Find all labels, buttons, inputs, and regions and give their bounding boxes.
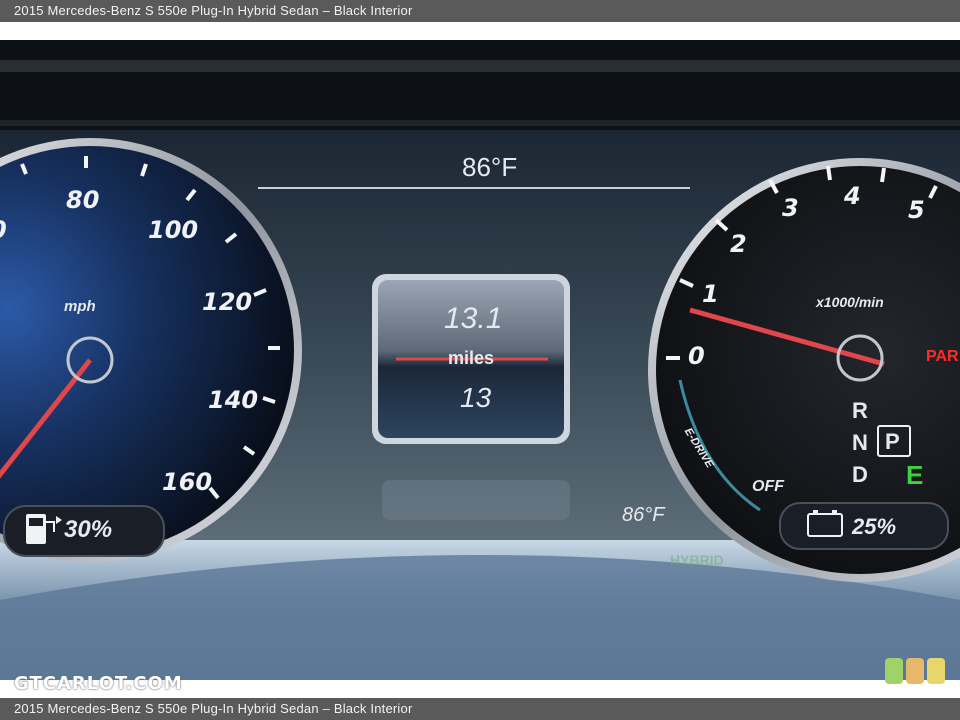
off-label: OFF xyxy=(752,478,784,495)
selected-gear: P xyxy=(885,429,900,454)
speedometer-tick-label: 100 xyxy=(148,216,199,244)
speedometer-tick-label: 120 xyxy=(202,288,253,316)
fuel-level: 30% xyxy=(64,516,113,543)
image-caption-bottom: 2015 Mercedes-Benz S 550e Plug-In Hybrid… xyxy=(0,698,960,720)
gear-letter: D xyxy=(852,462,868,487)
speedometer-unit: mph xyxy=(64,298,96,315)
trip-unit: miles xyxy=(448,348,495,368)
temperature-bottom: 86°F xyxy=(622,504,665,526)
power-meter-tick-label: 3 xyxy=(782,194,799,222)
power-meter-unit: x1000/min xyxy=(816,294,884,310)
power-meter-tick-label: 5 xyxy=(908,196,925,224)
image-caption-top: 2015 Mercedes-Benz S 550e Plug-In Hybrid… xyxy=(0,0,960,22)
speedometer-tick-label: 0 xyxy=(0,216,7,244)
power-meter-tick-label: 2 xyxy=(730,230,747,258)
power-meter-tick-label: 4 xyxy=(844,182,861,210)
gear-letter: N xyxy=(852,430,868,455)
dashboard-photo: 86°F 0 80 100 120 140 160 mph 30% 0 1 2 … xyxy=(0,40,960,680)
battery-level: 25% xyxy=(852,514,897,539)
park-indicator: PAR xyxy=(926,348,959,365)
speedometer-tick-label: 80 xyxy=(66,186,100,214)
trip-secondary-value: 13 xyxy=(460,382,492,413)
gear-letter: R xyxy=(852,398,868,423)
speedometer-tick-label: 160 xyxy=(162,468,213,496)
trip-value: 13.1 xyxy=(444,302,503,335)
drive-mode-indicator: E xyxy=(906,460,924,490)
hybrid-label: HYBRID xyxy=(670,552,724,568)
watermark-logo-text: GTCARLOT.COM xyxy=(14,673,183,694)
power-meter-tick-label: 0 xyxy=(688,342,705,370)
speedometer-tick-label: 140 xyxy=(208,386,259,414)
power-meter-tick-label: 1 xyxy=(702,280,719,308)
temperature-top: 86°F xyxy=(462,152,518,182)
